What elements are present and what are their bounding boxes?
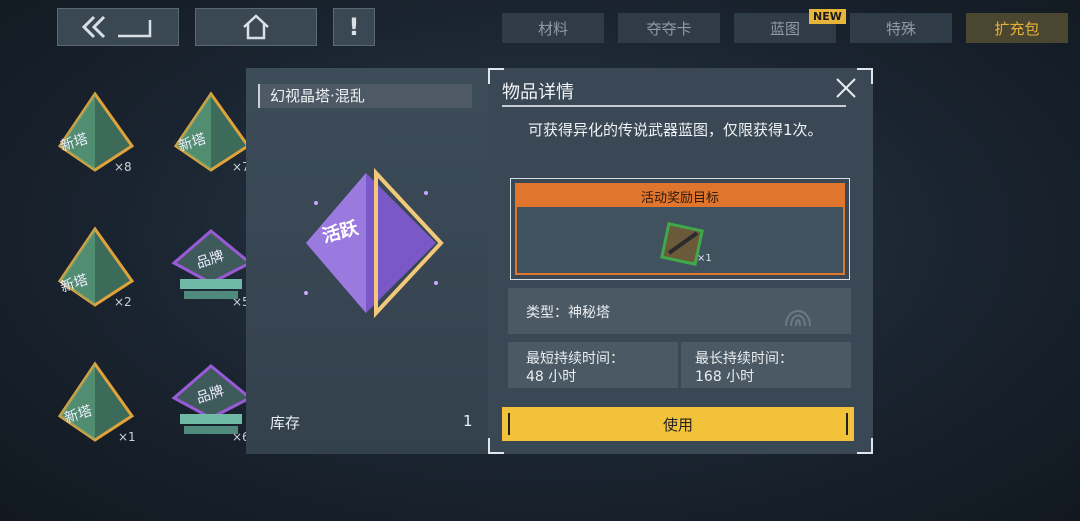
reward-item[interactable]: ×1 [657, 219, 712, 269]
item-count: ×1 [118, 430, 136, 444]
reward-inner: 活动奖励目标 ×1 [515, 183, 845, 275]
crystal-tower-art [304, 167, 444, 319]
back-button[interactable] [57, 8, 179, 46]
min-duration-label: 最短持续时间： [526, 351, 624, 367]
detail-title: 物品详情 [502, 82, 574, 103]
max-duration-label: 最长持续时间： [695, 351, 793, 367]
reward-header: 活动奖励目标 [517, 185, 843, 207]
min-duration-value: 48 小时 [526, 369, 577, 385]
inventory-item[interactable]: 新塔 ×1 [52, 360, 138, 446]
type-box: 类型：神秘塔 [508, 288, 851, 334]
frame-corner [857, 68, 873, 84]
item-preview-panel: 幻视晶塔·混乱 活跃 库存 1 [246, 68, 488, 454]
max-duration-box: 最长持续时间： 168 小时 [681, 342, 851, 388]
type-text: 类型：神秘塔 [526, 305, 610, 321]
frame-corner [857, 438, 873, 454]
max-duration-value: 168 小时 [695, 369, 755, 385]
tab-label: 特殊 [885, 19, 916, 38]
tab-label: 蓝图 [769, 19, 800, 38]
item-count: ×2 [114, 295, 132, 309]
tab-label: 扩充包 [994, 19, 1040, 38]
alert-label: ! [348, 13, 360, 41]
tab-expansion-pack[interactable]: 扩充包 [966, 13, 1068, 43]
tab-cards[interactable]: 夺夺卡 [618, 13, 720, 43]
item-count: ×8 [114, 160, 132, 174]
stock-value: 1 [463, 412, 473, 430]
inventory-item[interactable]: 新塔 ×8 [52, 90, 138, 176]
close-button[interactable] [834, 76, 858, 100]
fingerprint-icon [785, 310, 811, 327]
inventory-item[interactable]: 新塔 ×2 [52, 225, 138, 311]
min-duration-box: 最短持续时间： 48 小时 [508, 342, 678, 388]
item-name-title: 幻视晶塔·混乱 [258, 84, 472, 108]
tab-special[interactable]: 特殊 [850, 13, 952, 43]
close-icon [836, 78, 856, 98]
reward-count: ×1 [697, 253, 712, 264]
reward-box: 活动奖励目标 ×1 [510, 178, 850, 280]
title-divider [502, 105, 846, 107]
back-arrow-icon [81, 15, 152, 39]
stock-label: 库存 [270, 414, 301, 432]
inventory-item[interactable]: 品牌 ×5 [168, 225, 254, 311]
home-icon [243, 14, 269, 40]
home-button[interactable] [195, 8, 317, 46]
alert-button[interactable]: ! [333, 8, 375, 46]
use-button-label: 使用 [662, 415, 693, 434]
tab-label: 材料 [537, 19, 568, 38]
tab-materials[interactable]: 材料 [502, 13, 604, 43]
inventory-item[interactable]: 品牌 ×6 [168, 360, 254, 446]
tab-label: 夺夺卡 [646, 19, 692, 38]
item-description: 可获得异化的传说武器蓝图，仅限获得1次。 [528, 121, 823, 139]
item-detail-panel: 物品详情 可获得异化的传说武器蓝图，仅限获得1次。 活动奖励目标 ×1 类型：神… [488, 68, 873, 454]
new-badge: NEW [809, 9, 846, 24]
use-button[interactable]: 使用 [502, 407, 854, 441]
inventory-item[interactable]: 新塔 ×7 [168, 90, 254, 176]
